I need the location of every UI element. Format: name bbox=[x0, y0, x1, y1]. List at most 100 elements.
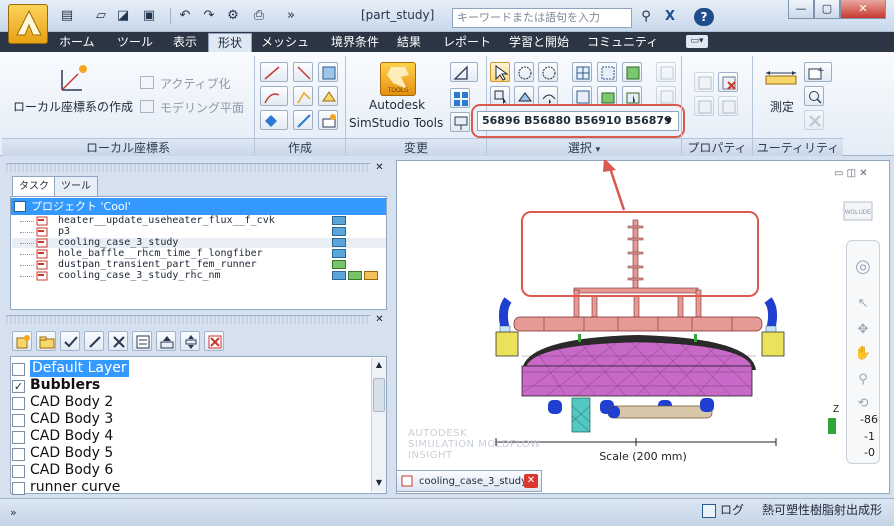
layers-pane-close-icon[interactable]: ✕ bbox=[374, 314, 385, 325]
pattern-button[interactable] bbox=[450, 88, 470, 108]
select-layers-icon[interactable] bbox=[514, 86, 534, 106]
create-property-button[interactable] bbox=[318, 110, 338, 130]
layer-row[interactable]: runner curve bbox=[12, 479, 372, 496]
tab-community[interactable]: コミュニティ bbox=[578, 33, 667, 52]
create-surface-button[interactable] bbox=[318, 86, 338, 106]
create-line-button[interactable] bbox=[260, 62, 288, 82]
task-pane-close-icon[interactable]: ✕ bbox=[374, 162, 385, 173]
select-triangle-icon[interactable] bbox=[572, 86, 592, 106]
utility-zoom-icon[interactable] bbox=[804, 86, 824, 106]
study-document-tab[interactable]: cooling_case_3_study ✕ bbox=[396, 470, 542, 492]
select-mesh-icon[interactable] bbox=[572, 62, 592, 82]
layer-row[interactable]: CAD Body 6 bbox=[12, 462, 372, 479]
tab-tools[interactable]: ツール bbox=[108, 33, 162, 52]
select-expand-icon[interactable] bbox=[538, 86, 558, 106]
open-folder-icon[interactable]: ▱ bbox=[92, 8, 110, 24]
measure-ruler-icon[interactable] bbox=[765, 68, 797, 90]
tab-results[interactable]: 結果 bbox=[388, 33, 430, 52]
new-layer-icon[interactable] bbox=[12, 331, 32, 351]
print-icon[interactable]: ⎙ bbox=[250, 8, 268, 24]
application-menu-button[interactable] bbox=[8, 4, 48, 44]
activate-layer-icon[interactable] bbox=[60, 331, 80, 351]
close-tab-icon[interactable]: ✕ bbox=[524, 474, 538, 488]
tab-geometry[interactable]: 形状 bbox=[208, 33, 253, 52]
status-expand-icon[interactable]: » bbox=[10, 506, 17, 519]
close-window-button[interactable]: ✕ bbox=[840, 0, 886, 19]
scroll-thumb[interactable] bbox=[373, 378, 385, 412]
local-coordinate-axis-icon[interactable] bbox=[56, 62, 90, 96]
layer-row[interactable]: CAD Body 4 bbox=[12, 428, 372, 445]
layer-row[interactable]: CAD Body 5 bbox=[12, 445, 372, 462]
layer-row[interactable]: CAD Body 3 bbox=[12, 411, 372, 428]
save-icon[interactable]: ▣ bbox=[140, 8, 158, 24]
layer-checkbox[interactable] bbox=[12, 482, 25, 495]
simstudio-tools-icon[interactable]: TOOLS bbox=[380, 62, 416, 96]
log-button[interactable]: ログ bbox=[702, 499, 744, 521]
simstudio-button-line1[interactable]: Autodesk bbox=[369, 98, 425, 112]
select-lasso-icon[interactable] bbox=[538, 62, 558, 82]
tab-task[interactable]: タスク bbox=[12, 176, 56, 197]
help-icon[interactable]: ? bbox=[694, 8, 714, 26]
layer-row[interactable]: Default Layer bbox=[12, 360, 372, 377]
layer-checkbox[interactable] bbox=[12, 397, 25, 410]
search-input[interactable]: キーワードまたは語句を入力 bbox=[452, 8, 632, 28]
layer-checkbox[interactable]: ✓ bbox=[12, 380, 25, 393]
maximize-button[interactable]: ▢ bbox=[814, 0, 840, 19]
simstudio-button-line2[interactable]: SimStudio Tools bbox=[349, 116, 443, 130]
layer-scrollbar[interactable]: ▲ ▼ bbox=[371, 358, 386, 492]
layer-checkbox[interactable] bbox=[12, 465, 25, 478]
save-as-icon[interactable]: ◪ bbox=[114, 8, 132, 24]
task-item[interactable]: p3 bbox=[12, 227, 386, 237]
tab-boundary-conditions[interactable]: 境界条件 bbox=[322, 33, 388, 52]
query-entity-button[interactable] bbox=[450, 112, 470, 132]
new-file-icon[interactable]: ▤ bbox=[58, 8, 76, 24]
redo-icon[interactable]: ↷ bbox=[200, 8, 218, 24]
move-layer-up-icon[interactable] bbox=[156, 331, 176, 351]
layer-checkbox[interactable] bbox=[12, 431, 25, 444]
scroll-down-icon[interactable]: ▼ bbox=[373, 478, 385, 490]
settings-icon[interactable]: ⚙ bbox=[224, 8, 242, 24]
layer-pencil-icon[interactable] bbox=[84, 331, 104, 351]
select-green-mesh-icon[interactable] bbox=[622, 62, 642, 82]
utility-add-icon[interactable]: + bbox=[804, 62, 832, 82]
close-x-icon[interactable]: X bbox=[660, 8, 680, 26]
layer-properties-icon[interactable] bbox=[132, 331, 152, 351]
scroll-up-icon[interactable]: ▲ bbox=[373, 360, 385, 372]
select-arrow-icon[interactable] bbox=[490, 62, 510, 82]
create-local-coords-button[interactable]: ローカル座標系の作成 bbox=[13, 98, 133, 115]
layer-checkbox[interactable] bbox=[12, 363, 25, 376]
select-node-icon[interactable] bbox=[597, 62, 617, 82]
properties-delete-icon[interactable] bbox=[718, 72, 738, 92]
measure-button[interactable]: 測定 bbox=[770, 98, 794, 115]
tab-learn[interactable]: 学習と開始 bbox=[500, 33, 578, 52]
task-item[interactable]: cooling_case_3_study bbox=[12, 238, 386, 248]
create-region-button[interactable] bbox=[318, 62, 338, 82]
ribbon-options-icon[interactable]: ▭▾ bbox=[686, 35, 708, 48]
delete-layer-icon[interactable] bbox=[108, 331, 128, 351]
panel-launcher-icon[interactable]: ▾ bbox=[596, 145, 601, 155]
create-node-button[interactable] bbox=[260, 110, 288, 130]
tab-view[interactable]: 表示 bbox=[164, 33, 206, 52]
more-commands-icon[interactable]: » bbox=[282, 8, 300, 24]
layer-checkbox[interactable] bbox=[12, 448, 25, 461]
layer-row[interactable]: CAD Body 2 bbox=[12, 394, 372, 411]
task-item[interactable]: cooling_case_3_study_rhc_nm bbox=[12, 271, 386, 281]
select-element-icon[interactable] bbox=[622, 86, 642, 106]
create-line2-button[interactable] bbox=[293, 62, 313, 82]
select-edge-icon[interactable] bbox=[597, 86, 617, 106]
create-curve-button[interactable] bbox=[293, 110, 313, 130]
task-pane-grip[interactable] bbox=[6, 163, 370, 172]
tab-home[interactable]: ホーム bbox=[50, 33, 104, 52]
task-item[interactable]: dustpan_transient_part_fem_runner bbox=[12, 260, 386, 270]
expand-layer-icon[interactable] bbox=[180, 331, 200, 351]
task-item[interactable]: hole_baffle__rhcm_time_f_longfiber bbox=[12, 249, 386, 259]
task-item[interactable]: heater__update_useheater_flux__f_cvk bbox=[12, 216, 386, 226]
layer-checkbox[interactable] bbox=[12, 414, 25, 427]
tab-tool[interactable]: ツール bbox=[54, 176, 98, 196]
layer-folder-icon[interactable] bbox=[36, 331, 56, 351]
undo-icon[interactable]: ↶ bbox=[176, 8, 194, 24]
binoculars-icon[interactable]: ⚲ bbox=[636, 8, 656, 26]
select-circle-icon[interactable] bbox=[514, 62, 534, 82]
select-by-property-icon[interactable] bbox=[490, 86, 510, 106]
transform-button[interactable] bbox=[450, 62, 478, 82]
